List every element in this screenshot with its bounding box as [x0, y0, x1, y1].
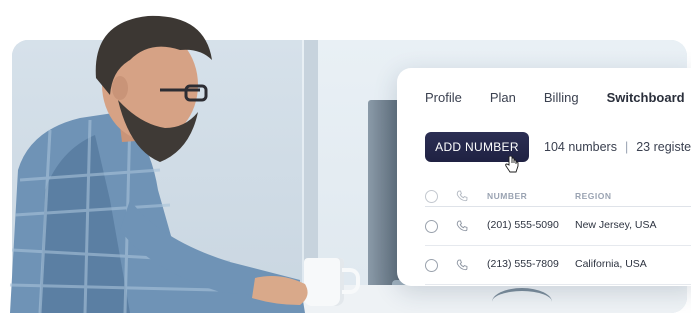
registered-count: 23 registe — [636, 140, 691, 154]
row-region: California, USA — [575, 258, 647, 270]
cable — [492, 288, 552, 313]
phone-icon — [456, 190, 468, 202]
switchboard-card: Profile Plan Billing Switchboard ADD NUM… — [397, 68, 691, 286]
table-header: NUMBER REGION — [425, 188, 691, 207]
table-row[interactable]: (213) 555-7809 California, USA — [425, 246, 691, 285]
tab-plan[interactable]: Plan — [490, 90, 516, 105]
row-number: (201) 555-5090 — [487, 219, 559, 231]
row-region: New Jersey, USA — [575, 219, 657, 231]
tab-bar: Profile Plan Billing Switchboard — [425, 90, 691, 105]
column-header-region: REGION — [575, 191, 612, 201]
tab-switchboard[interactable]: Switchboard — [607, 90, 685, 105]
numbers-count: 104 numbers — [544, 140, 617, 154]
mug-handle — [342, 268, 360, 294]
number-counts: 104 numbers | 23 registe — [544, 140, 691, 154]
phone-icon — [456, 259, 468, 271]
tab-billing[interactable]: Billing — [544, 90, 579, 105]
row-number: (213) 555-7809 — [487, 258, 559, 270]
pointer-cursor-icon — [505, 156, 519, 173]
count-separator: | — [624, 140, 629, 154]
tab-profile[interactable]: Profile — [425, 90, 462, 105]
select-all-radio-icon[interactable] — [425, 190, 438, 203]
person-illustration — [9, 15, 308, 313]
table-row[interactable]: (201) 555-5090 New Jersey, USA — [425, 207, 691, 246]
phone-icon — [456, 220, 468, 232]
row-select-radio-icon[interactable] — [425, 259, 438, 272]
column-header-number: NUMBER — [487, 191, 528, 201]
row-select-radio-icon[interactable] — [425, 220, 438, 233]
numbers-table: NUMBER REGION (201) 555-5090 New Jersey,… — [425, 188, 691, 285]
